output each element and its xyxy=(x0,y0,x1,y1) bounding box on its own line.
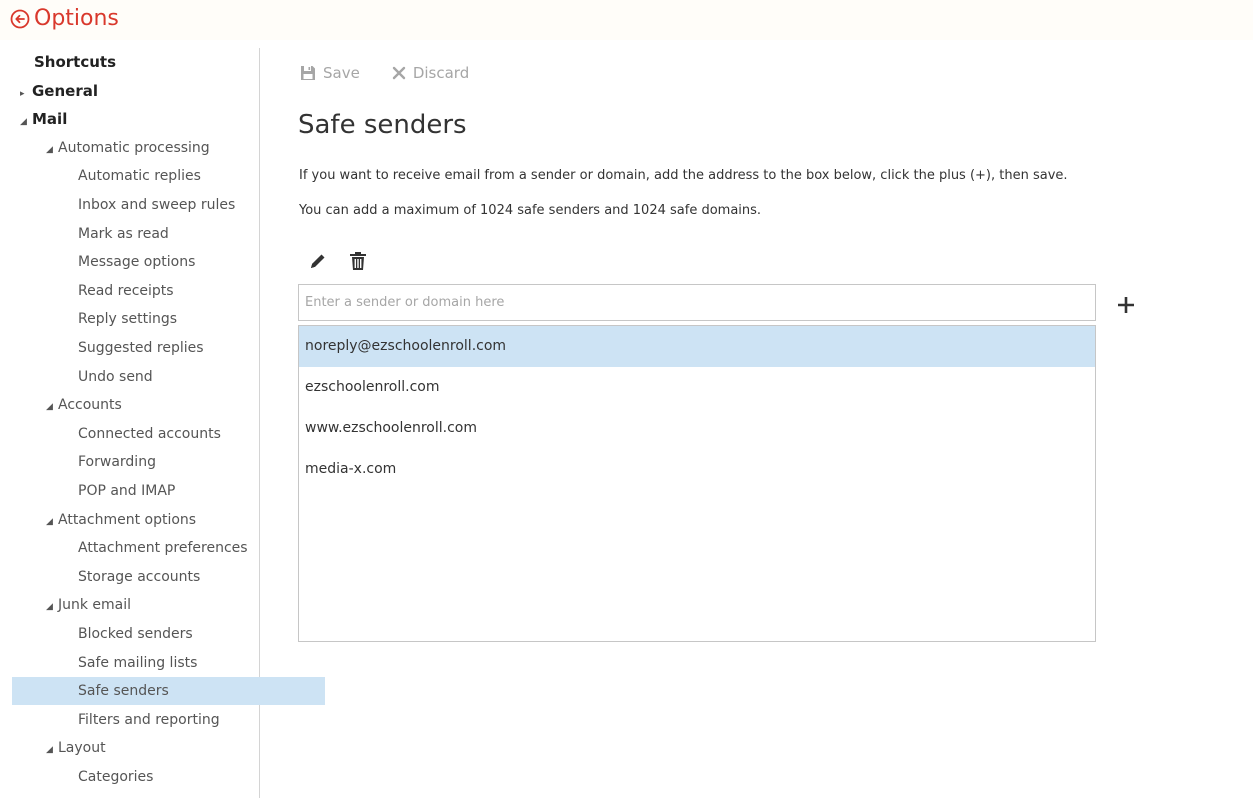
safe-sender-item[interactable]: www.ezschoolenroll.com xyxy=(299,408,1095,449)
discard-label: Discard xyxy=(412,64,470,82)
options-back-button[interactable]: Options xyxy=(10,6,119,31)
sidebar-item-connected-accounts[interactable]: Connected accounts xyxy=(12,420,325,448)
sidebar-item-reply-settings[interactable]: Reply settings xyxy=(12,305,325,333)
sidebar-item-label: General xyxy=(32,82,98,100)
x-icon xyxy=(392,66,406,80)
page-title: Safe senders xyxy=(298,110,467,140)
collapse-arrow-icon[interactable]: ◢ xyxy=(46,136,58,164)
sidebar-item-label: Forwarding xyxy=(78,454,156,470)
circle-back-arrow-icon xyxy=(10,9,30,28)
sidebar-item-label: Mark as read xyxy=(78,226,169,242)
trash-icon xyxy=(350,252,366,270)
sidebar-item-forwarding[interactable]: Forwarding xyxy=(12,448,325,476)
edit-button[interactable] xyxy=(307,250,329,272)
sidebar-item-label: Read receipts xyxy=(78,283,174,299)
sidebar-item-attachment-preferences[interactable]: Attachment preferences xyxy=(12,534,325,562)
sidebar-item-categories[interactable]: Categories xyxy=(12,763,325,791)
sidebar-item-label: Safe mailing lists xyxy=(78,655,198,671)
sidebar-item-filters-and-reporting[interactable]: Filters and reporting xyxy=(12,706,325,734)
discard-button[interactable]: Discard xyxy=(392,64,469,82)
sidebar-item-label: Message options xyxy=(78,254,196,270)
sidebar-item-label: Layout xyxy=(58,740,106,756)
list-actions xyxy=(307,250,387,272)
sidebar-item-label: Reply settings xyxy=(78,311,178,327)
sidebar-item-label: Categories xyxy=(78,769,154,785)
description-text: If you want to receive email from a send… xyxy=(299,168,1068,183)
sender-input[interactable] xyxy=(298,284,1096,321)
sidebar-item-label: Undo send xyxy=(78,369,153,385)
sidebar-item-label: Filters and reporting xyxy=(78,712,220,728)
sidebar-item-label: Mail xyxy=(32,110,68,128)
sidebar-item-label: Attachment options xyxy=(58,512,197,528)
collapse-arrow-icon[interactable]: ◢ xyxy=(20,108,32,136)
sidebar-item-label: POP and IMAP xyxy=(78,483,176,499)
sidebar-item-mark-as-read[interactable]: Mark as read xyxy=(12,220,325,248)
safe-sender-item[interactable]: noreply@ezschoolenroll.com xyxy=(299,326,1095,367)
action-toolbar: Save Discard xyxy=(300,64,469,82)
sidebar-item-label: Automatic replies xyxy=(78,168,201,184)
delete-button[interactable] xyxy=(347,250,369,272)
sidebar-item-suggested-replies[interactable]: Suggested replies xyxy=(12,334,325,362)
sidebar-item-pop-and-imap[interactable]: POP and IMAP xyxy=(12,477,325,505)
sidebar-item-general[interactable]: ▸ General xyxy=(12,77,267,105)
sidebar-item-label: Blocked senders xyxy=(78,626,193,642)
sidebar-item-shortcuts[interactable]: Shortcuts xyxy=(12,48,281,76)
sidebar-item-label: Connected accounts xyxy=(78,426,221,442)
safe-sender-item[interactable]: media-x.com xyxy=(299,449,1095,490)
sidebar-item-attachment-options[interactable]: ◢ Attachment options xyxy=(12,506,293,534)
pencil-icon xyxy=(311,254,325,268)
add-sender-button[interactable] xyxy=(1116,295,1136,315)
sidebar-item-message-options[interactable]: Message options xyxy=(12,248,325,276)
sidebar-item-label: Suggested replies xyxy=(78,340,204,356)
limit-text: You can add a maximum of 1024 safe sende… xyxy=(299,203,762,218)
save-label: Save xyxy=(323,64,360,82)
collapse-arrow-icon[interactable]: ◢ xyxy=(46,736,58,764)
sidebar-item-label: Shortcuts xyxy=(34,53,117,71)
sidebar-item-label: Safe senders xyxy=(78,683,169,699)
sidebar-item-label: Inbox and sweep rules xyxy=(78,197,236,213)
sidebar-item-label: Junk email xyxy=(58,597,132,613)
sidebar-item-safe-mailing-lists[interactable]: Safe mailing lists xyxy=(12,649,325,677)
sidebar-item-label: Attachment preferences xyxy=(78,540,248,556)
sidebar-item-read-receipts[interactable]: Read receipts xyxy=(12,277,325,305)
safe-senders-list[interactable]: noreply@ezschoolenroll.com ezschoolenroll… xyxy=(298,325,1096,642)
sidebar-item-storage-accounts[interactable]: Storage accounts xyxy=(12,563,325,591)
sidebar-item-label: Accounts xyxy=(58,397,122,413)
sidebar-item-accounts[interactable]: ◢ Accounts xyxy=(12,391,293,419)
collapse-arrow-icon[interactable]: ◢ xyxy=(46,393,58,421)
options-title: Options xyxy=(34,6,119,31)
sidebar-item-junk-email[interactable]: ◢ Junk email xyxy=(12,591,293,619)
sidebar-item-label: Automatic processing xyxy=(58,140,210,156)
sidebar-item-label: Storage accounts xyxy=(78,569,201,585)
save-button[interactable]: Save xyxy=(300,64,360,82)
sidebar-item-automatic-processing[interactable]: ◢ Automatic processing xyxy=(12,134,293,162)
sidebar-item-inbox-and-sweep-rules[interactable]: Inbox and sweep rules xyxy=(12,191,325,219)
safe-sender-item[interactable]: ezschoolenroll.com xyxy=(299,367,1095,408)
sidebar-item-safe-senders[interactable]: Safe senders xyxy=(12,677,325,705)
floppy-disk-icon xyxy=(301,66,315,80)
plus-icon xyxy=(1118,297,1134,313)
expand-arrow-icon[interactable]: ▸ xyxy=(20,80,32,108)
sidebar-item-automatic-replies[interactable]: Automatic replies xyxy=(12,162,325,190)
options-sidebar: Shortcuts ▸ General ◢ Mail ◢ Automatic process… xyxy=(12,48,325,798)
sidebar-item-blocked-senders[interactable]: Blocked senders xyxy=(12,620,325,648)
sidebar-item-mail[interactable]: ◢ Mail xyxy=(12,105,267,133)
collapse-arrow-icon[interactable]: ◢ xyxy=(46,508,58,536)
sidebar-item-undo-send[interactable]: Undo send xyxy=(12,363,325,391)
collapse-arrow-icon[interactable]: ◢ xyxy=(46,593,58,621)
sidebar-item-layout[interactable]: ◢ Layout xyxy=(12,734,293,762)
top-bar xyxy=(0,0,1253,40)
